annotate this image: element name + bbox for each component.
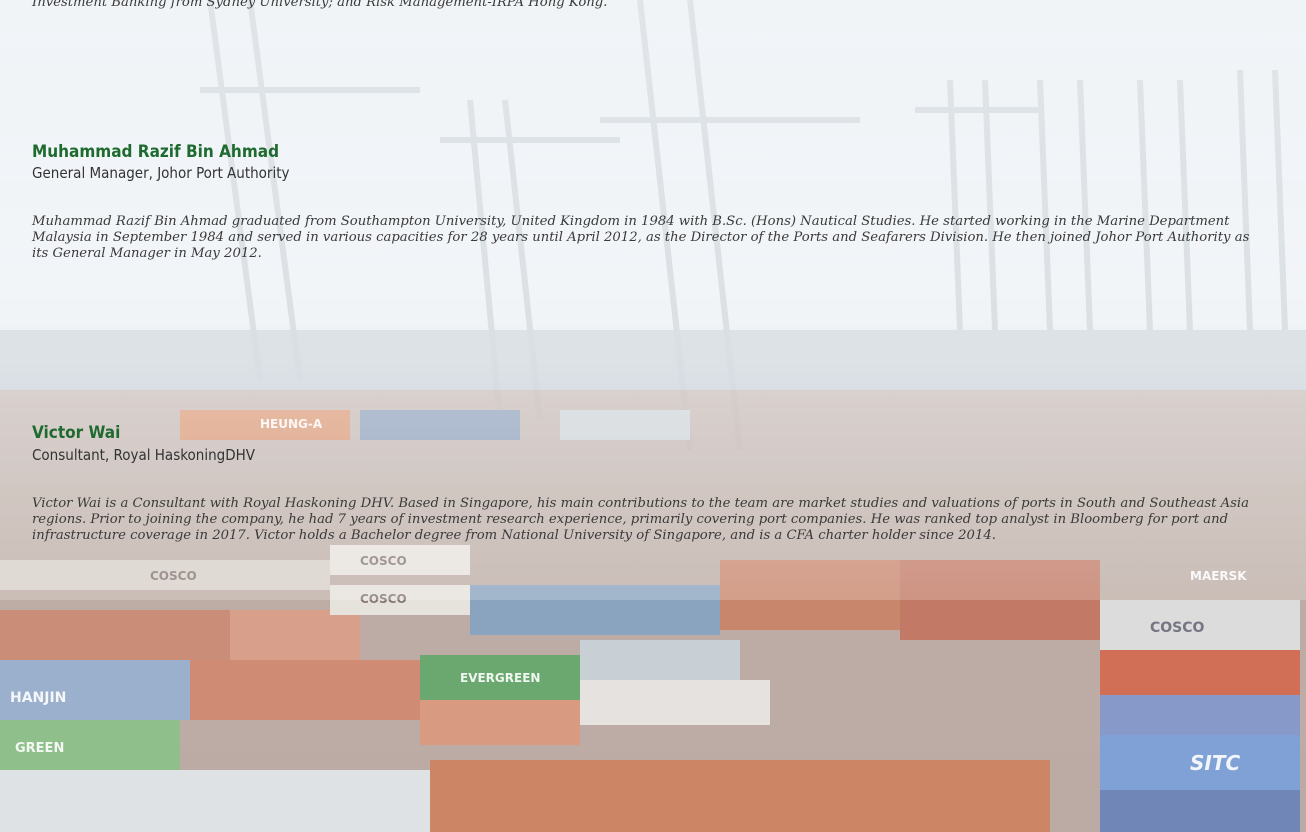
profile-bio: Victor Wai is a Consultant with Royal Ha…: [32, 496, 1249, 543]
previous-bio-tail: Investment Banking from Sydney Universit…: [32, 0, 608, 10]
profile-bio: Muhammad Razif Bin Ahmad graduated from …: [32, 214, 1250, 261]
profile-name: Victor Wai: [32, 423, 121, 443]
profile-name: Muhammad Razif Bin Ahmad: [32, 142, 280, 162]
profile-role: General Manager, Johor Port Authority: [32, 164, 290, 182]
profile-role: Consultant, Royal HaskoningDHV: [32, 446, 255, 464]
